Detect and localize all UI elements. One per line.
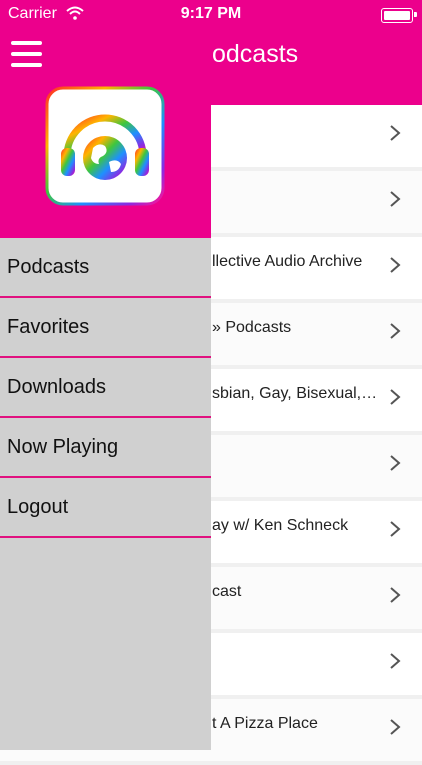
list-item-label: » Podcasts — [212, 319, 292, 336]
battery-tip — [414, 12, 417, 17]
menu-icon[interactable] — [11, 41, 42, 67]
chevron-right-icon — [390, 455, 401, 471]
chevron-right-icon — [390, 719, 401, 735]
menu-item-logout[interactable]: Logout — [0, 478, 211, 538]
status-time: 9:17 PM — [180, 5, 242, 22]
chevron-right-icon — [390, 521, 401, 537]
app-logo — [45, 86, 165, 206]
drawer-header — [0, 0, 211, 238]
chevron-right-icon — [390, 389, 401, 405]
drawer-menu: Podcasts Favorites Downloads Now Playing… — [0, 238, 211, 538]
list-item-label: t A Pizza Place — [212, 715, 318, 732]
chevron-right-icon — [390, 587, 401, 603]
chevron-right-icon — [390, 191, 401, 207]
menu-item-label: Now Playing — [7, 436, 119, 458]
side-drawer: Podcasts Favorites Downloads Now Playing… — [0, 0, 211, 750]
list-item-label: llective Audio Archive — [212, 253, 363, 270]
list-item-label: cast — [212, 583, 242, 600]
chevron-right-icon — [390, 323, 401, 339]
status-bar: Carrier 9:17 PM — [0, 0, 422, 30]
page-title: odcasts — [212, 40, 299, 68]
chevron-right-icon — [390, 125, 401, 141]
menu-item-now-playing[interactable]: Now Playing — [0, 418, 211, 478]
chevron-right-icon — [390, 257, 401, 273]
list-item-label: sbian, Gay, Bisexual,… — [212, 385, 378, 402]
menu-item-podcasts[interactable]: Podcasts — [0, 238, 211, 298]
menu-item-downloads[interactable]: Downloads — [0, 358, 211, 418]
menu-item-favorites[interactable]: Favorites — [0, 298, 211, 358]
menu-item-label: Podcasts — [7, 256, 90, 278]
list-item-label: ay w/ Ken Schneck — [212, 517, 349, 534]
battery-icon — [381, 8, 413, 23]
menu-item-label: Downloads — [7, 376, 106, 398]
chevron-right-icon — [390, 653, 401, 669]
menu-item-label: Logout — [7, 496, 69, 518]
menu-item-label: Favorites — [7, 316, 90, 338]
